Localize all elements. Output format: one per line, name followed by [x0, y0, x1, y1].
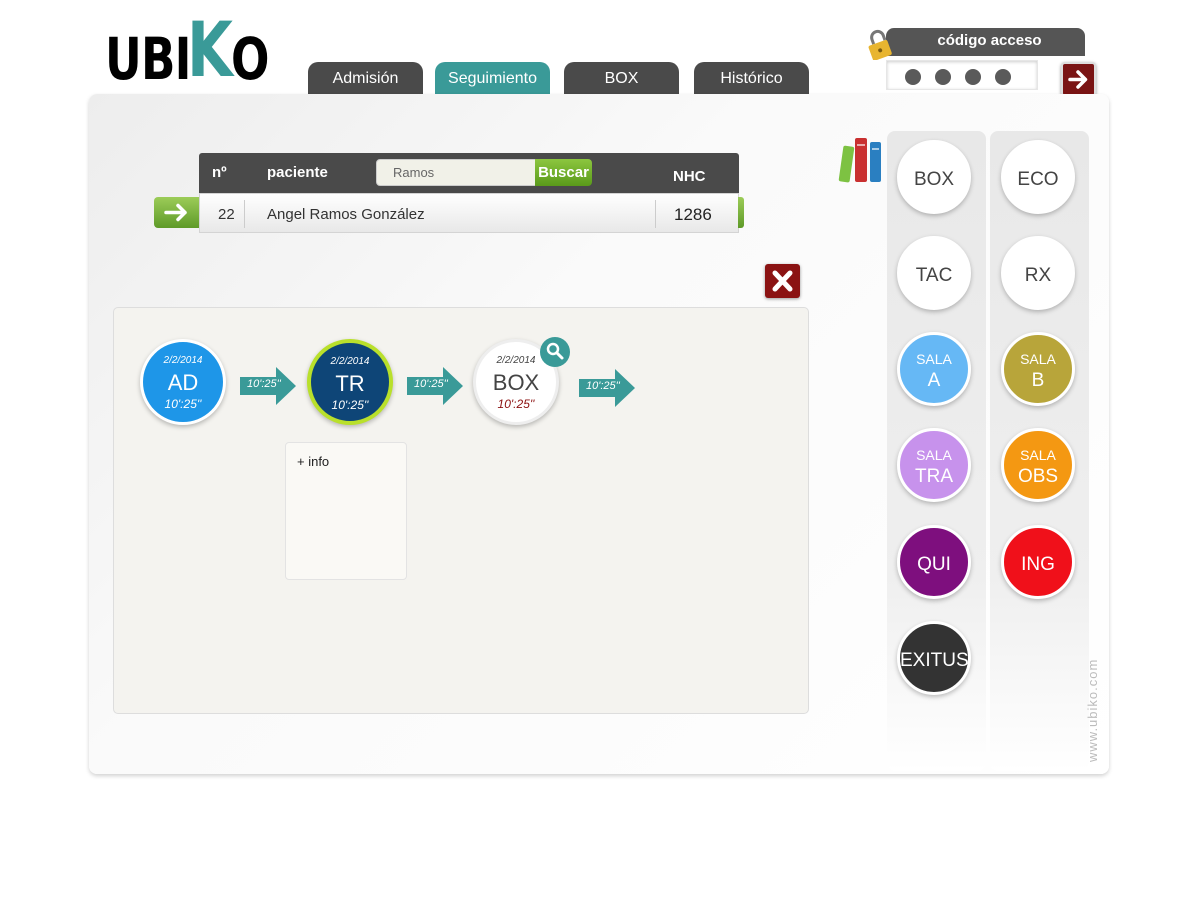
step-time: 10':25''	[164, 397, 202, 411]
location-qui[interactable]: QUI	[897, 525, 971, 599]
zoom-button[interactable]	[540, 337, 570, 367]
column-divider	[655, 200, 656, 228]
location-sala-obs[interactable]: SALA OBS	[1001, 428, 1075, 502]
arrow-right-icon	[164, 203, 187, 222]
close-button[interactable]	[765, 264, 800, 298]
location-eco[interactable]: ECO	[1001, 140, 1075, 214]
location-label: ING	[1021, 554, 1055, 575]
magnifier-icon	[546, 342, 564, 360]
search-button[interactable]: Buscar	[535, 159, 592, 186]
transition-time: 10':25''	[586, 380, 620, 392]
location-tac[interactable]: TAC	[897, 236, 971, 310]
location-label-bottom: A	[927, 370, 941, 391]
location-sala-tra[interactable]: SALA TRA	[897, 428, 971, 502]
location-sala-b[interactable]: SALA B	[1001, 332, 1075, 406]
column-nhc: NHC	[673, 168, 706, 185]
books-icon[interactable]	[836, 134, 888, 186]
patient-result-row[interactable]: 22 Angel Ramos González 1286	[199, 193, 739, 233]
tab-seguimiento[interactable]: Seguimiento	[435, 62, 550, 94]
patient-nhc: 1286	[674, 205, 712, 224]
access-submit-button[interactable]	[1061, 62, 1096, 97]
location-label: TAC	[915, 265, 953, 286]
tab-historico[interactable]: Histórico	[694, 62, 809, 94]
patient-search-input[interactable]	[376, 159, 536, 186]
step-code: TR	[335, 371, 365, 396]
location-box[interactable]: BOX	[897, 140, 971, 214]
logo-text-ubi: UBI	[105, 25, 191, 93]
step-date: 2/2/2014	[163, 355, 203, 366]
transition-time: 10':25''	[414, 378, 448, 390]
location-label-top: SALA	[1020, 351, 1056, 367]
step-date: 2/2/2014	[330, 356, 370, 367]
select-patient-arrow[interactable]	[154, 197, 201, 228]
location-label-bottom: TRA	[915, 466, 953, 487]
location-label: ECO	[1017, 169, 1059, 190]
flow-step-tr[interactable]: 2/2/2014 TR 10':25''	[307, 339, 393, 425]
patient-name: Angel Ramos González	[267, 206, 425, 223]
location-label-top: SALA	[916, 447, 952, 463]
location-exitus[interactable]: EXITUS	[897, 621, 971, 695]
location-ing[interactable]: ING	[1001, 525, 1075, 599]
step-time: 10':25''	[331, 398, 369, 412]
code-dot	[905, 69, 921, 85]
tab-admision[interactable]: Admisión	[308, 62, 423, 94]
location-label-bottom: B	[1031, 370, 1045, 391]
location-label-top: SALA	[1020, 447, 1056, 463]
location-label: EXITUS	[900, 650, 969, 671]
access-code-header: código acceso	[886, 28, 1085, 56]
access-code-input[interactable]	[886, 60, 1038, 90]
logo-text-o: O	[231, 25, 270, 93]
location-sala-a[interactable]: SALA A	[897, 332, 971, 406]
tab-box[interactable]: BOX	[564, 62, 679, 94]
location-label: QUI	[917, 554, 951, 575]
column-divider	[244, 200, 245, 228]
patient-number: 22	[218, 206, 235, 223]
location-label: RX	[1024, 265, 1052, 286]
location-label-bottom: OBS	[1017, 466, 1059, 487]
location-label-top: SALA	[916, 351, 952, 367]
location-rx[interactable]: RX	[1001, 236, 1075, 310]
code-dot	[995, 69, 1011, 85]
transition-time: 10':25''	[247, 378, 281, 390]
padlock-icon	[868, 29, 892, 60]
location-label: BOX	[913, 169, 955, 190]
step-code: AD	[167, 370, 199, 395]
flow-arrow: 10':25''	[579, 369, 635, 407]
website-watermark: www.ubiko.com	[1085, 658, 1100, 762]
flow-step-ad[interactable]: 2/2/2014 AD 10':25''	[140, 339, 226, 425]
flow-arrow: 10':25''	[240, 367, 296, 405]
step-time: 10':25''	[497, 397, 535, 411]
row-end-cap	[738, 197, 744, 228]
code-dot	[935, 69, 951, 85]
more-info-box[interactable]: + info	[285, 442, 407, 580]
code-dot	[965, 69, 981, 85]
arrow-right-icon	[1068, 70, 1088, 89]
step-code: BOX	[492, 370, 540, 395]
close-x-icon	[772, 270, 793, 292]
flow-arrow: 10':25''	[407, 367, 463, 405]
more-info-label: + info	[297, 454, 330, 469]
column-patient: paciente	[267, 164, 328, 181]
column-number: nº	[212, 164, 227, 181]
logo-text-k: K	[187, 5, 233, 94]
